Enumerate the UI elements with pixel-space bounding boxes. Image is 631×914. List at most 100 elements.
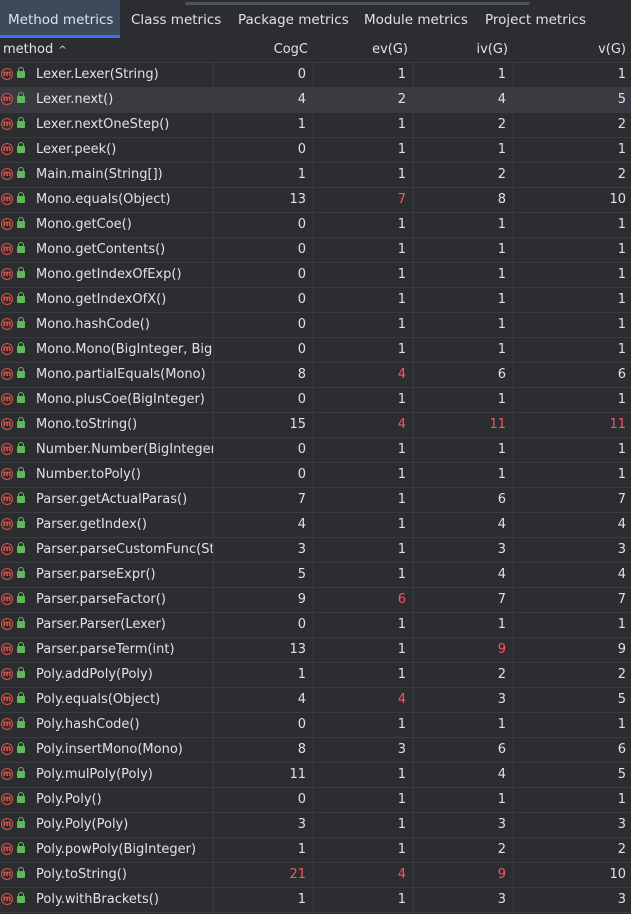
tab-method-metrics[interactable]: Method metrics [0,0,120,38]
public-lock-icon [17,592,25,603]
metric-cell-cogc: 0 [214,63,314,87]
public-lock-icon [17,142,25,153]
metric-cell-vg: 4 [617,517,626,532]
metric-cell-cogc: 0 [214,263,314,287]
public-lock-icon [17,92,25,103]
column-header-vg[interactable]: v(G) [514,38,626,62]
method-name-cell: m Mono.getIndexOfExp() [0,263,214,287]
table-row[interactable]: m Mono.getContents() 0 1 1 1 [0,238,631,263]
metric-cell-evg: 1 [314,563,414,587]
metric-cell-vg: 1 [617,292,626,307]
table-row[interactable]: m Poly.insertMono(Mono) 8 3 6 6 [0,738,631,763]
table-row[interactable]: m Lexer.nextOneStep() 1 1 2 2 [0,113,631,138]
metric-cell-ivg: 1 [414,463,514,487]
table-row[interactable]: m Number.toPoly() 0 1 1 1 [0,463,631,488]
metric-cell-vg: 1 [617,442,626,457]
method-name-cell: m Poly.hashCode() [0,713,214,737]
table-row[interactable]: m Parser.parseExpr() 5 1 4 4 [0,563,631,588]
public-lock-icon [17,792,25,803]
metric-cell-ivg: 6 [414,363,514,387]
table-row[interactable]: m Mono.getIndexOfX() 0 1 1 1 [0,288,631,313]
method-name-cell: m Poly.Poly(Poly) [0,813,214,837]
table-row[interactable]: m Parser.parseCustomFunc(St 3 1 3 3 [0,538,631,563]
table-row[interactable]: m Mono.getCoe() 0 1 1 1 [0,213,631,238]
metric-cell-evg: 1 [314,463,414,487]
metric-cell-evg: 1 [314,113,414,137]
method-icon: m [1,893,13,905]
metric-cell-vg: 7 [617,592,626,607]
table-row[interactable]: m Poly.mulPoly(Poly) 11 1 4 5 [0,763,631,788]
metric-cell-evg: 1 [314,338,414,362]
method-icon: m [1,118,13,130]
method-name: Mono.getContents() [36,242,166,257]
method-icon: m [1,293,13,305]
table-row[interactable]: m Mono.getIndexOfExp() 0 1 1 1 [0,263,631,288]
method-name: Mono.partialEquals(Mono) [36,367,206,382]
method-name: Poly.Poly() [36,792,102,807]
column-header-cogc[interactable]: CogC [214,38,308,62]
metric-cell-vg: 6 [617,367,626,382]
public-lock-icon [17,642,25,653]
metric-cell-ivg: 1 [414,338,514,362]
metric-cell-cogc: 0 [214,388,314,412]
metric-cell-evg: 1 [314,488,414,512]
metric-cell-evg: 1 [314,888,414,912]
metric-cell-vg: 1 [617,217,626,232]
table-row[interactable]: m Poly.addPoly(Poly) 1 1 2 2 [0,663,631,688]
method-name: Mono.equals(Object) [36,192,171,207]
metric-cell-evg: 1 [314,388,414,412]
method-icon: m [1,443,13,455]
table-row[interactable]: m Parser.getActualParas() 7 1 6 7 [0,488,631,513]
tab-module-metrics[interactable]: Module metrics [356,0,476,38]
metric-cell-evg: 1 [314,613,414,637]
table-row[interactable]: m Mono.hashCode() 0 1 1 1 [0,313,631,338]
table-row[interactable]: m Poly.powPoly(BigInteger) 1 1 2 2 [0,838,631,863]
column-header-method[interactable]: method ^ [3,38,67,62]
table-row[interactable]: m Poly.withBrackets() 1 1 3 3 [0,888,631,913]
public-lock-icon [17,117,25,128]
table-row[interactable]: m Parser.parseFactor() 9 6 7 7 [0,588,631,613]
tab-project-metrics[interactable]: Project metrics [477,0,594,38]
method-icon: m [1,493,13,505]
metric-cell-vg: 2 [617,117,626,132]
method-name: Lexer.Lexer(String) [36,67,159,82]
table-row[interactable]: m Parser.parseTerm(int) 13 1 9 9 [0,638,631,663]
table-row[interactable]: m Number.Number(BigInteger) 0 1 1 1 [0,438,631,463]
method-name-cell: m Mono.equals(Object) [0,188,214,212]
metric-cell-evg: 1 [314,638,414,662]
table-row[interactable]: m Mono.equals(Object) 13 7 8 10 [0,188,631,213]
metric-cell-cogc: 8 [214,738,314,762]
table-row[interactable]: m Poly.Poly() 0 1 1 1 [0,788,631,813]
table-row[interactable]: m Poly.toString() 21 4 9 10 [0,863,631,888]
method-name-cell: m Poly.equals(Object) [0,688,214,712]
table-row[interactable]: m Poly.equals(Object) 4 4 3 5 [0,688,631,713]
tab-class-metrics[interactable]: Class metrics [123,0,229,38]
table-row[interactable]: m Mono.Mono(BigInteger, BigI 0 1 1 1 [0,338,631,363]
metric-cell-cogc: 21 [214,863,314,887]
table-row[interactable]: m Poly.Poly(Poly) 3 1 3 3 [0,813,631,838]
tab-package-metrics[interactable]: Package metrics [230,0,357,38]
table-row[interactable]: m Mono.toString() 15 4 11 11 [0,413,631,438]
public-lock-icon [17,317,25,328]
metric-cell-vg: 1 [617,242,626,257]
method-name: Parser.getIndex() [36,517,147,532]
column-header-evg[interactable]: ev(G) [314,38,408,62]
method-icon: m [1,143,13,155]
table-row[interactable]: m Lexer.peek() 0 1 1 1 [0,138,631,163]
method-name-cell: m Poly.addPoly(Poly) [0,663,214,687]
table-row[interactable]: m Parser.Parser(Lexer) 0 1 1 1 [0,613,631,638]
method-name-cell: m Lexer.next() [0,88,214,112]
metric-cell-ivg: 9 [414,863,514,887]
method-name: Poly.insertMono(Mono) [36,742,183,757]
column-header-ivg[interactable]: iv(G) [414,38,508,62]
public-lock-icon [17,742,25,753]
table-row[interactable]: m Mono.partialEquals(Mono) 8 4 6 6 [0,363,631,388]
method-icon: m [1,643,13,655]
table-row[interactable]: m Poly.hashCode() 0 1 1 1 [0,713,631,738]
table-row[interactable]: m Lexer.Lexer(String) 0 1 1 1 [0,63,631,88]
metric-cell-vg: 3 [617,817,626,832]
table-row[interactable]: m Lexer.next() 4 2 4 5 [0,88,631,113]
table-row[interactable]: m Parser.getIndex() 4 1 4 4 [0,513,631,538]
table-row[interactable]: m Main.main(String[]) 1 1 2 2 [0,163,631,188]
table-row[interactable]: m Mono.plusCoe(BigInteger) 0 1 1 1 [0,388,631,413]
